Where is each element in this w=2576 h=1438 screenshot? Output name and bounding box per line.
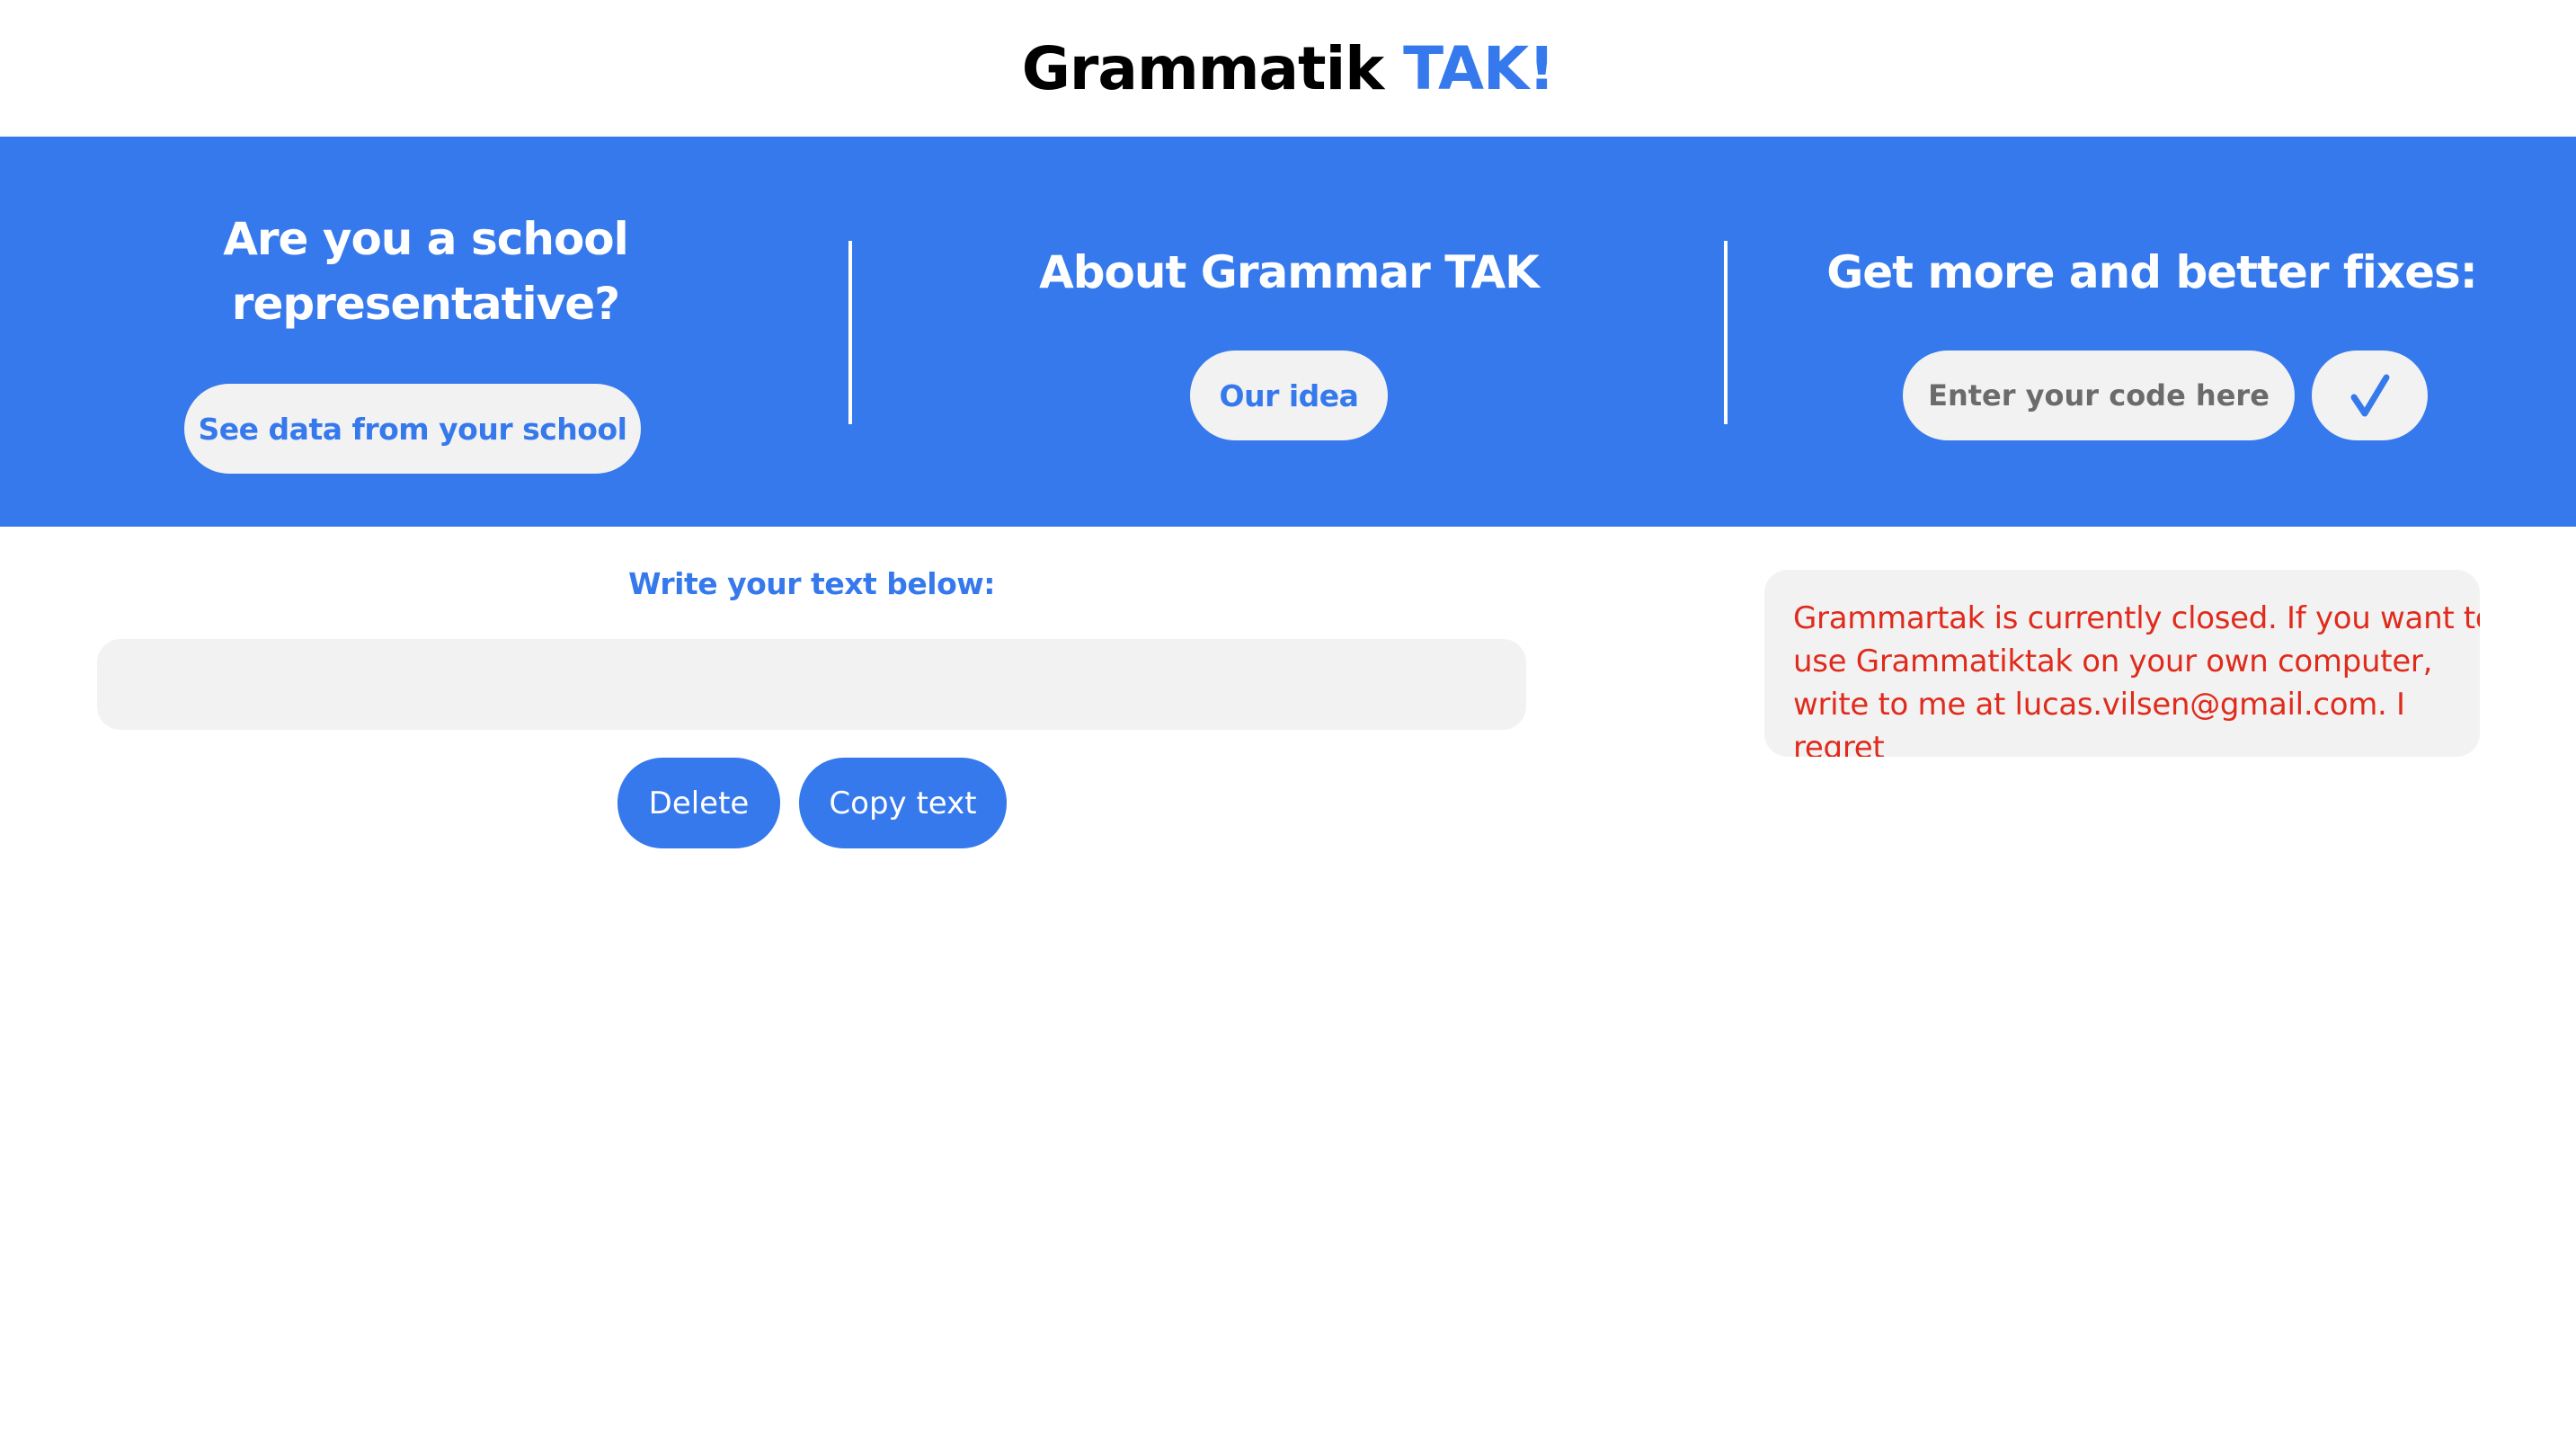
school-title: Are you a school representative? bbox=[223, 213, 629, 330]
fixes-title: Get more and better fixes: bbox=[1826, 246, 2478, 298]
logo[interactable]: Grammatik TAK! bbox=[1021, 33, 1556, 103]
submit-code-button[interactable] bbox=[2312, 351, 2428, 440]
see-school-data-button[interactable]: See data from your school bbox=[184, 384, 641, 474]
write-text-label: Write your text below: bbox=[628, 566, 995, 601]
site-header: Grammatik TAK! bbox=[0, 0, 2576, 137]
about-section: About Grammar TAK Our idea bbox=[852, 137, 1726, 527]
code-input[interactable] bbox=[1903, 351, 2295, 440]
closed-notice-text: Grammartak is currently closed. If you w… bbox=[1793, 600, 2480, 757]
checkmark-icon bbox=[2350, 374, 2389, 417]
logo-main-text: Grammatik bbox=[1021, 33, 1384, 103]
copy-text-button[interactable]: Copy text bbox=[799, 758, 1007, 848]
logo-accent-text: TAK! bbox=[1403, 33, 1555, 103]
info-banner: Are you a school representative? See dat… bbox=[0, 137, 2576, 527]
closed-notice: Grammartak is currently closed. If you w… bbox=[1764, 570, 2480, 757]
text-input[interactable] bbox=[97, 639, 1526, 730]
delete-button[interactable]: Delete bbox=[617, 758, 780, 848]
school-section: Are you a school representative? See dat… bbox=[0, 137, 851, 527]
about-title: About Grammar TAK bbox=[1039, 246, 1540, 298]
our-idea-button[interactable]: Our idea bbox=[1190, 351, 1388, 440]
fixes-section: Get more and better fixes: bbox=[1728, 137, 2576, 527]
